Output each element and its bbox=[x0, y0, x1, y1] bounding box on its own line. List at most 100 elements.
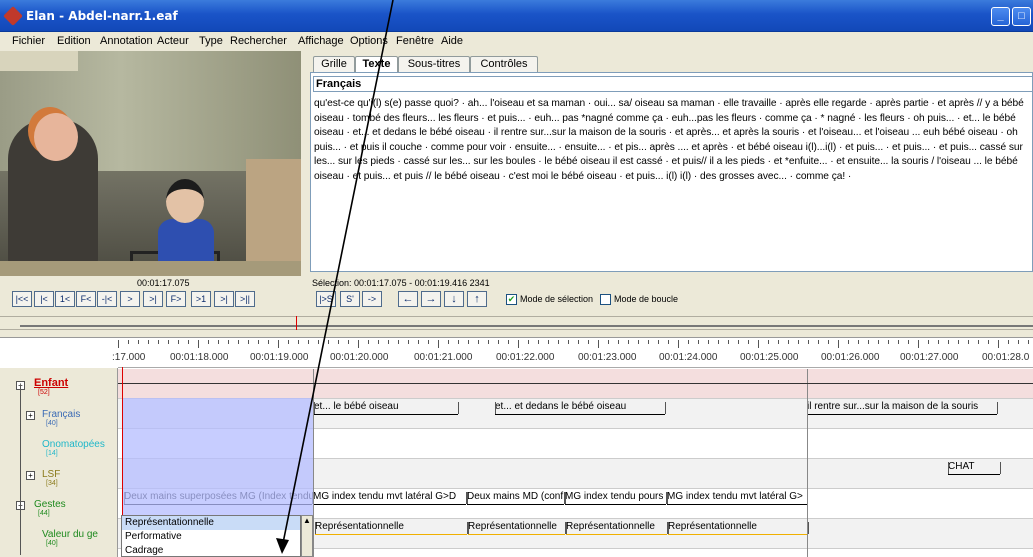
window-title: Elan - Abdel-narr.1.eaf bbox=[26, 9, 178, 23]
tier-name-2[interactable]: Onomatopées bbox=[42, 439, 105, 450]
player-button-6[interactable]: >| bbox=[143, 291, 163, 307]
ruler-tick-1: 00:01:18.000 bbox=[170, 352, 229, 363]
menu-4[interactable]: Type bbox=[199, 35, 223, 47]
dropdown-option-0[interactable]: Représentationnelle bbox=[122, 516, 300, 530]
maximize-button[interactable]: □ bbox=[1012, 7, 1031, 26]
expand-icon-1[interactable]: + bbox=[26, 411, 35, 420]
valeur-annotation-3-left-bound bbox=[668, 522, 669, 534]
valeur-annotation-2[interactable]: Représentationnelle bbox=[566, 521, 667, 532]
menu-6[interactable]: Affichage bbox=[298, 35, 344, 47]
menu-5[interactable]: Rechercher bbox=[230, 35, 287, 47]
menu-3[interactable]: Acteur bbox=[157, 35, 189, 47]
ruler-minor-tick bbox=[668, 340, 669, 344]
menu-2[interactable]: Annotation bbox=[100, 35, 153, 47]
nav-button-3[interactable]: ↑ bbox=[467, 291, 487, 307]
selection-button-1[interactable]: S' bbox=[340, 291, 360, 307]
ruler-minor-tick bbox=[628, 340, 629, 344]
tier-select[interactable]: Français bbox=[313, 76, 1033, 92]
transcript-text[interactable]: qu'est-ce qu'i(l) s(e) passe quoi? · ah.… bbox=[314, 97, 1032, 267]
selection-info: Sélection: 00:01:17.075 - 00:01:19.416 2… bbox=[312, 278, 490, 288]
ruler-minor-tick bbox=[188, 340, 189, 344]
player-button-7[interactable]: F> bbox=[166, 291, 186, 307]
ruler-minor-tick bbox=[868, 340, 869, 344]
player-button-10[interactable]: >|| bbox=[235, 291, 255, 307]
valeur-annotation-3[interactable]: Représentationnelle bbox=[668, 521, 808, 532]
waveform-overview[interactable] bbox=[0, 316, 1033, 330]
menu-9[interactable]: Aide bbox=[441, 35, 463, 47]
player-button-5[interactable]: > bbox=[120, 291, 140, 307]
francais-annotation-2[interactable]: il rentre sur...sur la maison de la sour… bbox=[807, 401, 997, 412]
ruler-minor-tick bbox=[928, 340, 929, 344]
gestes-annotation-2[interactable]: Deux mains MD (conf bbox=[467, 491, 564, 502]
ruler-tick-7: 00:01:24.000 bbox=[659, 352, 718, 363]
ruler-tick-0: :17.000 bbox=[112, 352, 146, 363]
mode-boucle-checkbox[interactable] bbox=[600, 294, 611, 305]
ruler-minor-tick bbox=[498, 340, 499, 344]
value-dropdown[interactable]: Représentationnelle Performative Cadrage bbox=[121, 515, 301, 557]
ruler-minor-tick bbox=[788, 340, 789, 344]
video-viewer[interactable] bbox=[0, 51, 301, 276]
tier-row-0[interactable] bbox=[118, 369, 1033, 399]
menu-0[interactable]: Fichier bbox=[12, 35, 45, 47]
mode-boucle-label: Mode de boucle bbox=[614, 294, 679, 304]
lsf-annotation-0[interactable]: CHAT bbox=[948, 461, 1000, 472]
nav-button-0[interactable]: ← bbox=[398, 291, 418, 307]
ruler-minor-tick bbox=[118, 340, 119, 348]
dropdown-scrollbar[interactable]: ▲ bbox=[301, 515, 313, 557]
selection-button-2[interactable]: -> bbox=[362, 291, 382, 307]
francais-annotation-0[interactable]: et... le bébé oiseau bbox=[314, 401, 458, 412]
ruler-minor-tick bbox=[558, 340, 559, 344]
gestes-annotation-4-span bbox=[667, 504, 807, 505]
player-controls: |<< |< 1< F< -|< > >| F> >1 >| >|| |>S S' -> ← → ↓ ↑ ✔ Mode… bbox=[0, 291, 1033, 311]
gestes-annotation-3[interactable]: MG index tendu pours bbox=[565, 491, 666, 502]
mode-selection-checkbox[interactable]: ✔ bbox=[506, 294, 517, 305]
nav-button-1[interactable]: → bbox=[421, 291, 441, 307]
ruler-minor-tick bbox=[488, 340, 489, 344]
francais-annotation-1[interactable]: et... et dedans le bébé oiseau bbox=[495, 401, 665, 412]
player-button-0[interactable]: |<< bbox=[12, 291, 32, 307]
player-button-3[interactable]: F< bbox=[76, 291, 96, 307]
player-button-8[interactable]: >1 bbox=[191, 291, 211, 307]
ruler-minor-tick bbox=[838, 340, 839, 348]
ruler-minor-tick bbox=[268, 340, 269, 344]
tier-count-0: [52] bbox=[38, 389, 50, 396]
dropdown-option-2[interactable]: Cadrage bbox=[122, 544, 300, 557]
tab-1[interactable]: Texte bbox=[355, 56, 398, 73]
tier-name-1[interactable]: Français bbox=[42, 409, 80, 420]
tab-3[interactable]: Contrôles bbox=[470, 56, 538, 72]
player-button-9[interactable]: >| bbox=[214, 291, 234, 307]
tier-name-0[interactable]: Enfant bbox=[34, 377, 68, 389]
lsf-annotation-0-left-bound bbox=[948, 462, 949, 474]
menu-8[interactable]: Fenêtre bbox=[396, 35, 434, 47]
time-ruler[interactable]: :17.000 00:01:18.000 00:01:19.000 00:01:20.… bbox=[112, 338, 1033, 368]
tab-2[interactable]: Sous-titres bbox=[398, 56, 470, 72]
gestes-annotation-4[interactable]: MG index tendu mvt latéral G> bbox=[667, 491, 807, 502]
ruler-minor-tick bbox=[318, 340, 319, 344]
tier-name-5[interactable]: Valeur du ge bbox=[42, 529, 98, 540]
gestes-annotation-1-span bbox=[313, 504, 466, 505]
player-button-1[interactable]: |< bbox=[34, 291, 54, 307]
tab-0[interactable]: Grille bbox=[313, 56, 355, 72]
ruler-minor-tick bbox=[648, 340, 649, 344]
tier-name-3[interactable]: LSF bbox=[42, 469, 60, 480]
menu-7[interactable]: Options bbox=[350, 35, 388, 47]
valeur-annotation-0[interactable]: Représentationnelle bbox=[315, 521, 467, 532]
francais-annotation-2-right-bound bbox=[997, 402, 998, 414]
player-button-4[interactable]: -|< bbox=[97, 291, 117, 307]
scroll-up-icon[interactable]: ▲ bbox=[302, 516, 312, 526]
menu-1[interactable]: Edition bbox=[57, 35, 91, 47]
gestes-annotation-2-left-bound bbox=[467, 492, 468, 504]
ruler-minor-tick bbox=[938, 340, 939, 344]
valeur-annotation-1[interactable]: Représentationnelle bbox=[468, 521, 565, 532]
tier-count-5: [40] bbox=[46, 540, 58, 547]
ruler-minor-tick bbox=[888, 340, 889, 344]
ruler-minor-tick bbox=[878, 340, 879, 344]
tier-name-4[interactable]: Gestes bbox=[34, 499, 66, 510]
minimize-button[interactable]: _ bbox=[991, 7, 1010, 26]
dropdown-option-1[interactable]: Performative bbox=[122, 530, 300, 544]
gestes-annotation-1[interactable]: MG index tendu mvt latéral G>D bbox=[313, 491, 466, 502]
nav-button-2[interactable]: ↓ bbox=[444, 291, 464, 307]
expand-icon-3[interactable]: + bbox=[26, 471, 35, 480]
selection-button-0[interactable]: |>S bbox=[316, 291, 336, 307]
player-button-2[interactable]: 1< bbox=[55, 291, 75, 307]
